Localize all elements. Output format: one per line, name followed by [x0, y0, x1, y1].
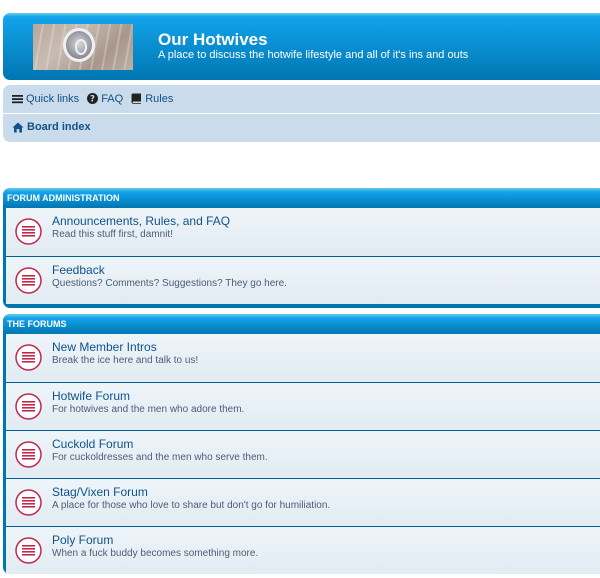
forum-row[interactable]: Hotwife Forum For hotwives and the men w…: [6, 382, 600, 430]
logo-pendant: [63, 28, 95, 62]
forum-read-icon: [15, 489, 42, 516]
board-index-link[interactable]: Board index: [12, 121, 91, 133]
forum-title[interactable]: Feedback: [52, 263, 105, 277]
nav-links-row: Quick links ? FAQ Rules: [3, 85, 600, 112]
rules-label: Rules: [145, 92, 174, 105]
category-forum-administration: Forum Administration Announcements, Rule…: [3, 188, 600, 308]
forum-read-icon: [15, 537, 42, 564]
category-header[interactable]: Forum Administration: [3, 188, 600, 208]
forum-read-icon: [15, 344, 42, 371]
forum-description: For hotwives and the men who adore them.: [52, 404, 245, 415]
forum-read-icon: [15, 267, 42, 294]
forum-description: A place for those who love to share but …: [52, 500, 331, 511]
rules-link[interactable]: Rules: [131, 93, 173, 105]
forum-row[interactable]: New Member Intros Break the ice here and…: [6, 334, 600, 382]
category-the-forums: The Forums New Member Intros Break the i…: [3, 314, 600, 574]
site-logo[interactable]: [33, 24, 133, 70]
question-circle-icon: ?: [87, 93, 99, 104]
faq-label: FAQ: [101, 92, 124, 105]
forum-row[interactable]: Poly Forum When a fuck buddy becomes som…: [6, 526, 600, 574]
home-icon: [12, 122, 24, 132]
forum-row[interactable]: Stag/Vixen Forum A place for those who l…: [6, 478, 600, 526]
forum-description: Questions? Comments? Suggestions? They g…: [52, 278, 287, 289]
forum-title[interactable]: Hotwife Forum: [52, 389, 130, 403]
site-header: Our Hotwives A place to discuss the hotw…: [3, 13, 600, 80]
category-header[interactable]: The Forums: [3, 314, 600, 334]
forum-description: Break the ice here and talk to us!: [52, 355, 199, 366]
forum-row[interactable]: Cuckold Forum For cuckoldresses and the …: [6, 430, 600, 478]
forum-read-icon: [15, 441, 42, 468]
book-icon: [131, 93, 142, 104]
forum-description: When a fuck buddy becomes something more…: [52, 548, 259, 559]
navbar: Quick links ? FAQ Rules Board index: [3, 85, 600, 142]
faq-link[interactable]: ? FAQ: [87, 93, 123, 105]
forum-title[interactable]: Poly Forum: [52, 533, 113, 547]
forum-row[interactable]: Feedback Questions? Comments? Suggestion…: [6, 256, 600, 304]
forum-title[interactable]: New Member Intros: [52, 340, 157, 354]
quick-links-menu[interactable]: Quick links: [12, 93, 79, 105]
bars-icon: [12, 94, 23, 103]
forum-read-icon: [15, 218, 42, 245]
site-title[interactable]: Our Hotwives: [158, 30, 268, 50]
site-description: A place to discuss the hotwife lifestyle…: [158, 49, 469, 61]
forum-title[interactable]: Stag/Vixen Forum: [52, 485, 148, 499]
forum-title[interactable]: Announcements, Rules, and FAQ: [52, 214, 230, 228]
forum-title[interactable]: Cuckold Forum: [52, 437, 133, 451]
board-index-label: Board index: [27, 121, 91, 133]
forum-description: Read this stuff first, damnit!: [52, 229, 173, 240]
forum-row[interactable]: Announcements, Rules, and FAQ Read this …: [6, 208, 600, 256]
forum-read-icon: [15, 393, 42, 420]
breadcrumb: Board index: [3, 113, 600, 140]
forum-description: For cuckoldresses and the men who serve …: [52, 452, 268, 463]
svg-text:?: ?: [90, 95, 95, 104]
quick-links-label: Quick links: [26, 92, 80, 105]
